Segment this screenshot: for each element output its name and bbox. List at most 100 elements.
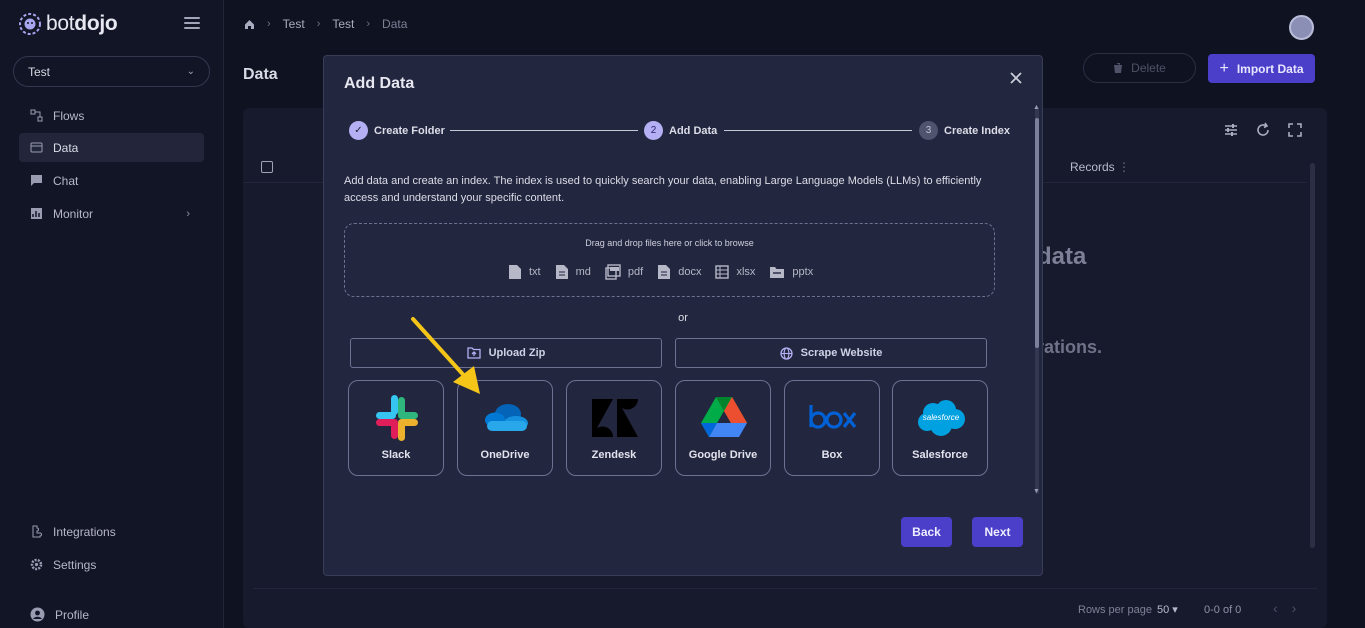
user-avatar[interactable] (1289, 15, 1314, 40)
supported-file-types: txt md pdf docx xlsx pptx (508, 264, 813, 280)
delete-button-label: Delete (1131, 61, 1166, 75)
botdojo-logo-icon (19, 13, 41, 35)
step-label: Create Folder (374, 124, 445, 137)
chevron-right-icon: › (316, 18, 321, 30)
file-dropzone[interactable]: Drag and drop files here or click to bro… (344, 223, 995, 297)
integration-label: Zendesk (591, 449, 637, 461)
data-icon (30, 142, 43, 153)
trash-icon (1114, 63, 1123, 73)
file-type-txt: txt (508, 264, 541, 280)
rows-per-page-label: Rows per page (1078, 604, 1152, 616)
integration-slack[interactable]: Slack (348, 380, 444, 476)
import-data-label: Import Data (1236, 61, 1304, 76)
chevron-right-icon: › (267, 18, 271, 30)
pagination-range: 0-0 of 0 (1204, 604, 1242, 616)
next-button[interactable]: Next (972, 517, 1023, 547)
onedrive-logo-icon (485, 404, 528, 431)
profile-icon (30, 607, 45, 622)
upload-zip-label: Upload Zip (488, 347, 546, 359)
integration-label: OneDrive (480, 449, 530, 461)
hamburger-menu-icon[interactable] (184, 17, 200, 29)
step-number: 3 (919, 121, 938, 140)
step-add-data: 2 Add Data (644, 121, 717, 140)
sidebar-item-label: Profile (55, 607, 90, 622)
integrations-icon (32, 525, 42, 538)
sidebar-item-label: Chat (53, 173, 79, 188)
dialog-description: Add data and create an index. The index … (344, 175, 982, 204)
folder-upload-icon (466, 347, 481, 359)
home-icon[interactable] (244, 19, 255, 30)
empty-state-subtext: rations. (1037, 337, 1103, 357)
file-type-pptx: pptx (769, 264, 813, 280)
refresh-icon[interactable] (1255, 122, 1271, 138)
integration-google-drive[interactable]: Google Drive (675, 380, 771, 476)
delete-button[interactable]: Delete (1083, 53, 1196, 83)
scroll-down-arrow-icon[interactable]: ▼ (1033, 488, 1040, 495)
document-icon (658, 265, 671, 279)
sidebar-item-flows[interactable]: Flows (19, 101, 204, 130)
sidebar-item-data[interactable]: Data (19, 133, 204, 162)
filter-sliders-icon[interactable] (1223, 122, 1239, 138)
step-number: 2 (644, 121, 663, 140)
breadcrumb-item[interactable]: Test (283, 17, 305, 31)
chevron-right-icon: › (366, 18, 371, 30)
settings-icon (30, 558, 43, 571)
or-divider: or (678, 312, 688, 324)
sidebar-item-integrations[interactable]: Integrations (19, 517, 204, 546)
dropzone-instructions: Drag and drop files here or click to bro… (585, 238, 754, 248)
integration-label: Box (821, 449, 843, 461)
integration-onedrive[interactable]: OneDrive (457, 380, 553, 476)
sidebar-item-label: Settings (53, 557, 97, 572)
page-title: Data (243, 66, 278, 83)
pdf-icon (605, 264, 621, 280)
import-data-button[interactable]: + Import Data (1208, 54, 1315, 83)
step-label: Create Index (944, 124, 1011, 137)
flows-icon (30, 109, 43, 122)
sidebar-item-settings[interactable]: Settings (19, 550, 204, 579)
sidebar-item-monitor[interactable]: Monitor › (19, 199, 204, 228)
pagination-arrows[interactable]: ‹› (1273, 600, 1310, 616)
chevron-right-icon: › (186, 207, 190, 220)
globe-icon (779, 346, 793, 360)
sidebar-item-chat[interactable]: Chat (19, 166, 204, 195)
file-type-docx: docx (657, 264, 701, 280)
upload-zip-button[interactable]: Upload Zip (350, 338, 662, 368)
scroll-up-arrow-icon[interactable]: ▲ (1033, 104, 1040, 111)
sidebar-item-label: Flows (53, 108, 85, 123)
sidebar-item-label: Integrations (53, 524, 116, 539)
step-connector (724, 130, 912, 131)
brand-logo[interactable]: botdojo (18, 12, 118, 36)
project-select-value: Test (28, 64, 51, 79)
scrape-website-button[interactable]: Scrape Website (675, 338, 987, 368)
fullscreen-icon[interactable] (1287, 122, 1303, 138)
sidebar-item-profile[interactable]: Profile (19, 600, 204, 628)
column-header-records[interactable]: Records ⋮ (1070, 160, 1130, 174)
empty-state-heading: data (1037, 243, 1087, 270)
breadcrumb-item[interactable]: Test (332, 17, 354, 31)
integration-zendesk[interactable]: Zendesk (566, 380, 662, 476)
project-select[interactable]: Test ⌄ (13, 56, 210, 87)
file-type-pdf: pdf (605, 264, 643, 280)
rows-per-page-select[interactable]: 50 ▾ (1157, 603, 1178, 616)
integration-label: Slack (381, 449, 411, 461)
back-button[interactable]: Back (901, 517, 952, 547)
sidebar-item-label: Monitor (53, 206, 94, 221)
close-icon[interactable] (1008, 70, 1024, 86)
check-icon: ✓ (349, 121, 368, 140)
brand-name: botdojo (46, 12, 118, 35)
scrape-website-label: Scrape Website (800, 347, 883, 359)
sidebar-item-label: Data (53, 140, 79, 155)
breadcrumb: › Test › Test › Data (244, 17, 407, 31)
select-all-checkbox[interactable] (261, 161, 273, 173)
salesforce-logo-icon: salesforce (918, 400, 965, 436)
add-data-dialog: Add Data ▲ ▼ ✓ Create Folder 2 Add Data … (323, 55, 1043, 576)
chevron-down-icon: ⌄ (186, 66, 195, 77)
table-scrollbar[interactable] (1310, 163, 1315, 548)
zendesk-logo-icon (592, 399, 638, 437)
breadcrumb-current: Data (382, 17, 408, 31)
integration-salesforce[interactable]: salesforce Salesforce (892, 380, 988, 476)
step-connector (450, 130, 638, 131)
spreadsheet-icon (715, 265, 730, 279)
file-type-xlsx: xlsx (715, 264, 755, 280)
integration-box[interactable]: Box (784, 380, 880, 476)
